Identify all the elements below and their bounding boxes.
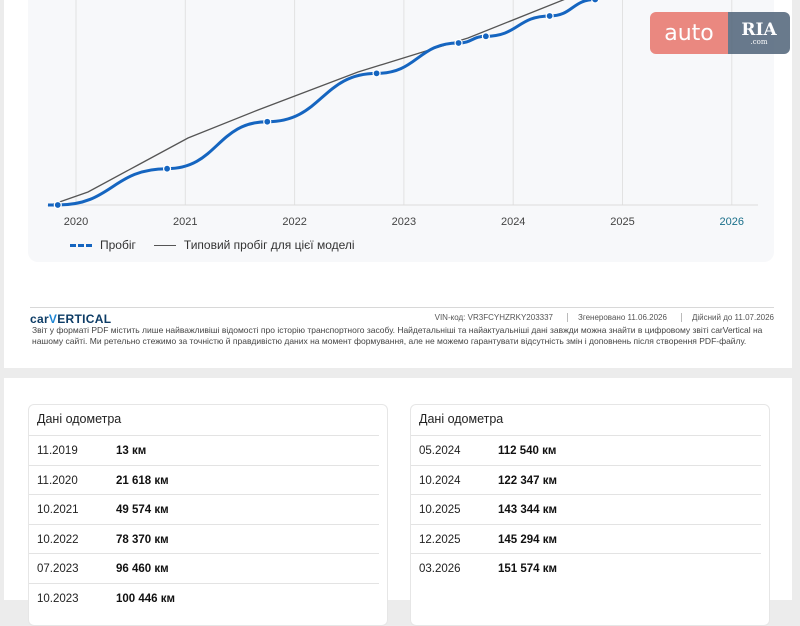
mileage-point — [263, 117, 272, 126]
odometer-row: 10.2023 100 446 км — [29, 582, 379, 613]
carvertical-logo: carVERTICAL — [30, 312, 112, 326]
odometer-value: 13 км — [116, 445, 147, 457]
mileage-point — [53, 200, 62, 210]
odometer-card-right: Дані одометра 05.2024 112 540 км 10.2024 12… — [410, 404, 770, 626]
watermark-auto: auto — [650, 12, 728, 54]
legend-typical-label: Типовий пробіг для цієї моделі — [183, 238, 355, 252]
odometer-value: 21 618 км — [116, 474, 169, 487]
odometer-value: 143 344 км — [498, 504, 558, 516]
odometer-date: 12.2025 — [419, 533, 461, 546]
odometer-date: 11.2020 — [37, 474, 78, 487]
generated-info: Згенеровано 11.06.2026 — [567, 313, 667, 322]
odometer-row: 11.2019 13 км — [29, 435, 379, 465]
x-tick-label: 2023 — [392, 216, 416, 228]
odometer-date: 10.2022 — [37, 533, 79, 546]
x-tick-label: 2024 — [501, 216, 525, 228]
odometer-card-left: Дані одометра 11.2019 13 км 11.2020 21 618 … — [28, 404, 388, 626]
mileage-point — [545, 11, 554, 21]
mileage-point — [372, 69, 381, 78]
odometer-date: 07.2023 — [37, 563, 79, 575]
odometer-row: 10.2025 143 344 км — [411, 494, 761, 524]
mileage-point — [162, 164, 172, 173]
odometer-title: Дані одометра — [37, 412, 122, 426]
odometer-row: 07.2023 96 460 км — [29, 553, 379, 583]
mileage-line — [47, 0, 598, 207]
odometer-row: 10.2021 49 574 км — [29, 494, 379, 524]
odometer-row: 10.2024 122 347 км — [411, 464, 761, 495]
valid-info: Дійсний до 11.07.2026 — [680, 313, 774, 322]
chart-legend: Пробіг Типовий пробіг для цієї моделі — [70, 238, 355, 252]
odometer-row: 03.2026 151 574 км — [411, 553, 761, 583]
odometer-value: 96 460 км — [116, 563, 169, 575]
typical-mileage-line — [47, 0, 565, 207]
x-tick-label: 2020 — [64, 216, 88, 228]
odometer-value: 49 574 км — [116, 504, 169, 516]
odometer-value: 100 446 км — [116, 592, 176, 605]
odometer-value: 78 370 км — [116, 533, 169, 546]
odometer-row: 11.2020 21 618 км — [29, 464, 379, 495]
odometer-title: Дані одометра — [419, 412, 504, 426]
odometer-row: 05.2024 112 540 км — [411, 435, 761, 465]
odometer-date: 03.2026 — [419, 563, 461, 575]
odometer-date: 05.2024 — [419, 445, 461, 457]
report-disclaimer: Звіт у форматі PDF містить лише найважли… — [32, 325, 763, 346]
odometer-row: 10.2022 78 370 км — [29, 523, 379, 554]
x-tick-label: 2026 — [720, 216, 744, 228]
report-page-2: Дані одометра 11.2019 13 км 11.2020 21 618 … — [4, 378, 792, 626]
x-tick-label: 2021 — [173, 216, 197, 228]
x-tick-label: 2022 — [282, 216, 306, 228]
odometer-date: 10.2025 — [419, 504, 461, 516]
odometer-value: 122 347 км — [498, 474, 558, 487]
watermark-ria: RIA .com — [728, 12, 790, 54]
vin-info: VIN-код: VR3FCYHZRKY203337 — [434, 313, 553, 322]
odometer-value: 112 540 км — [498, 445, 557, 457]
legend-typical-marker — [153, 244, 176, 246]
vin-value: VR3FCYHZRKY203337 — [467, 313, 553, 322]
autoria-watermark: auto RIA .com — [650, 12, 790, 54]
legend-mileage-marker — [70, 243, 92, 247]
odometer-value: 145 294 км — [498, 533, 558, 546]
x-tick-label: 2025 — [610, 216, 634, 228]
odometer-value: 151 574 км — [498, 563, 558, 575]
report-page-1: 2020 2021 2022 2023 2024 2025 2026 Пробіг Типо… — [4, 0, 792, 368]
mileage-point — [454, 38, 463, 48]
mileage-point — [591, 0, 600, 4]
odometer-date: 11.2019 — [37, 445, 78, 457]
odometer-date: 10.2021 — [37, 504, 79, 516]
odometer-row: 12.2025 145 294 км — [411, 523, 761, 554]
mileage-point — [481, 32, 490, 41]
footer-divider — [30, 307, 774, 308]
report-meta: VIN-код: VR3FCYHZRKY203337 Згенеровано 1… — [435, 313, 774, 322]
odometer-date: 10.2023 — [37, 592, 79, 605]
odometer-date: 10.2024 — [419, 474, 461, 487]
legend-mileage-label: Пробіг — [100, 238, 136, 252]
